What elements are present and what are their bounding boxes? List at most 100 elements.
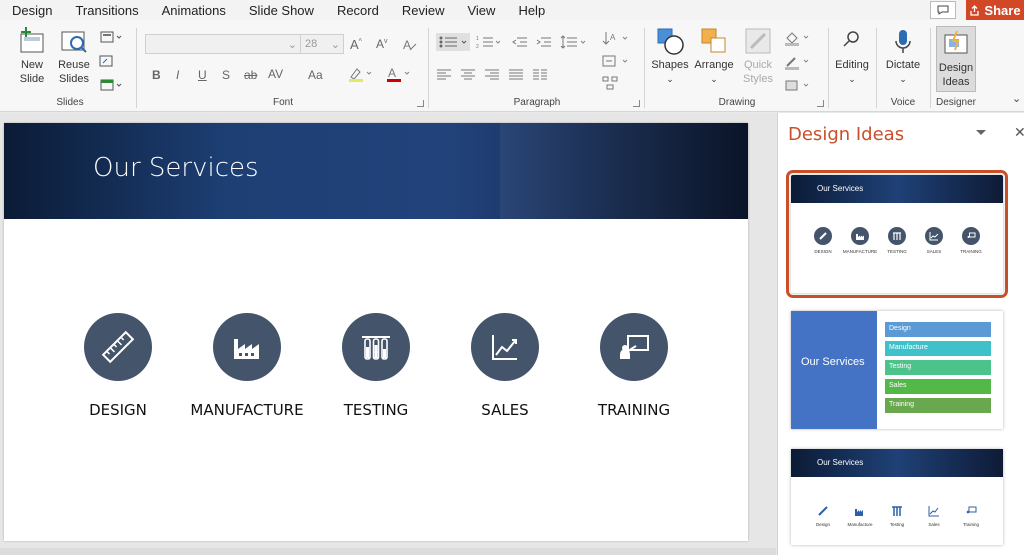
font-size-box[interactable]: 28 ⌄ [300, 34, 344, 54]
clear-formatting-icon[interactable]: A [402, 36, 418, 52]
section-button[interactable] [98, 78, 126, 92]
thumb-item: Design [806, 505, 840, 527]
thumb-bar: Testing [885, 360, 991, 375]
text-direction-icon[interactable]: A [602, 30, 630, 48]
align-left-icon[interactable] [436, 68, 452, 82]
shapes-icon [657, 28, 684, 55]
layout-button[interactable] [98, 30, 126, 44]
design-ideas-button[interactable]: Design Ideas [936, 26, 976, 92]
ruler-icon [84, 313, 152, 381]
svg-text:A: A [403, 38, 411, 52]
quick-styles-icon [745, 28, 771, 54]
reuse-slides-button[interactable]: Reuse Slides [52, 26, 96, 86]
shape-outline-icon[interactable] [784, 54, 812, 70]
designer-group-name: Designer [935, 97, 977, 108]
italic-button[interactable]: I [176, 68, 179, 82]
presentation-icon [600, 313, 668, 381]
justify-icon[interactable] [508, 68, 524, 82]
editing-button[interactable]: Editing ⌄ [830, 30, 874, 86]
thumb-bar: Manufacture [885, 341, 991, 356]
service-training[interactable]: TRAINING [569, 313, 699, 419]
bullets-icon[interactable] [436, 33, 470, 51]
thumb-item: Training [954, 505, 988, 527]
font-size-value: 28 [305, 38, 318, 50]
quick-styles-button[interactable]: Quick Styles [736, 26, 780, 86]
menu-view[interactable]: View [467, 3, 495, 18]
menu-slide-show[interactable]: Slide Show [249, 3, 314, 18]
new-slide-label: New Slide [19, 59, 45, 85]
design-idea-3[interactable]: Our Services Design Manufacture Testing … [791, 449, 1003, 545]
font-group: ⌄ 28 ⌄ A^ Av A B I U S ab AV Aa A Font [140, 24, 426, 110]
menu-design[interactable]: Design [12, 3, 52, 18]
bold-button[interactable]: B [152, 68, 161, 82]
character-spacing-button[interactable]: AV [268, 67, 283, 81]
shape-effects-icon[interactable] [784, 78, 812, 94]
menu-record[interactable]: Record [337, 3, 379, 18]
menu-transitions[interactable]: Transitions [75, 3, 138, 18]
chart-icon [471, 313, 539, 381]
shapes-label: Shapes [651, 59, 689, 71]
thumb-title: Our Services [817, 458, 864, 467]
shape-fill-icon[interactable] [784, 30, 812, 46]
thumb-item: SALES [917, 227, 951, 254]
design-idea-1[interactable]: Our Services DESIGN MANUFACTURE TESTING … [786, 170, 1008, 298]
grow-font-button[interactable]: A^ [350, 37, 362, 52]
font-color-icon[interactable]: A [386, 66, 412, 82]
pane-close-icon[interactable]: ✕ [1014, 124, 1024, 141]
dictate-label: Dictate [885, 59, 921, 71]
decrease-indent-icon[interactable] [512, 34, 528, 50]
service-manufacture[interactable]: MANUFACTURE [182, 313, 312, 419]
design-ideas-pane: Design Ideas ✕ Our Services DESIGN MANUF… [777, 113, 1024, 555]
line-spacing-icon[interactable] [560, 34, 588, 50]
menu-help[interactable]: Help [518, 3, 545, 18]
slide-canvas[interactable]: Our Services DESIGN MANUFACTURE TESTING … [4, 123, 748, 541]
pane-title: Design Ideas [788, 124, 905, 145]
svg-text:A: A [610, 33, 616, 42]
numbering-icon[interactable]: 12 [476, 34, 502, 50]
dictate-button[interactable]: Dictate ⌄ [880, 28, 926, 86]
shrink-font-button[interactable]: Av [376, 37, 388, 51]
pane-options-chevron-icon[interactable] [976, 130, 986, 135]
font-name-box[interactable]: ⌄ [145, 34, 301, 54]
service-design[interactable]: DESIGN [53, 313, 183, 419]
new-slide-button[interactable]: New Slide [10, 26, 54, 86]
dictate-dropdown-icon: ⌄ [899, 74, 907, 84]
collapse-ribbon-icon[interactable]: ⌄ [1012, 92, 1021, 105]
shapes-button[interactable]: Shapes ⌄ [648, 26, 692, 86]
highlight-color-icon[interactable] [348, 66, 374, 82]
test-tubes-icon [888, 227, 906, 245]
status-bar [0, 548, 776, 555]
factory-icon [855, 509, 863, 516]
new-slide-icon [20, 27, 44, 53]
share-button[interactable]: Share [966, 0, 1024, 20]
service-testing[interactable]: TESTING [311, 313, 441, 419]
slide-title[interactable]: Our Services [93, 153, 259, 183]
comments-button[interactable] [930, 1, 956, 19]
quick-styles-label: Quick Styles [743, 59, 773, 85]
design-idea-2[interactable]: Our Services Design Manufacture Testing … [791, 311, 1003, 429]
comment-icon [937, 5, 949, 15]
reset-slide-button[interactable] [98, 54, 114, 68]
share-label: Share [984, 2, 1021, 18]
menu-animations[interactable]: Animations [162, 3, 226, 18]
align-center-icon[interactable] [460, 68, 476, 82]
increase-indent-icon[interactable] [536, 34, 552, 50]
thumb-item: MANUFACTURE [843, 227, 877, 254]
align-right-icon[interactable] [484, 68, 500, 82]
presentation-icon [966, 506, 977, 514]
editing-group: Editing ⌄ [830, 24, 874, 110]
columns-icon[interactable] [532, 68, 548, 82]
thumb-item: DESIGN [806, 227, 840, 254]
change-case-button[interactable]: Aa [308, 68, 323, 82]
thumb-label: Manufacture [847, 522, 873, 527]
thumb-title: Our Services [801, 356, 865, 368]
smartart-icon[interactable] [602, 76, 618, 90]
text-shadow-button[interactable]: S [222, 68, 230, 82]
underline-button[interactable]: U [198, 68, 207, 82]
menu-review[interactable]: Review [402, 3, 445, 18]
align-text-icon[interactable] [602, 54, 630, 68]
arrange-button[interactable]: Arrange ⌄ [690, 26, 738, 86]
strikethrough-button[interactable]: ab [244, 68, 257, 82]
service-sales[interactable]: SALES [440, 313, 570, 419]
thumb-label: Training [962, 522, 980, 527]
